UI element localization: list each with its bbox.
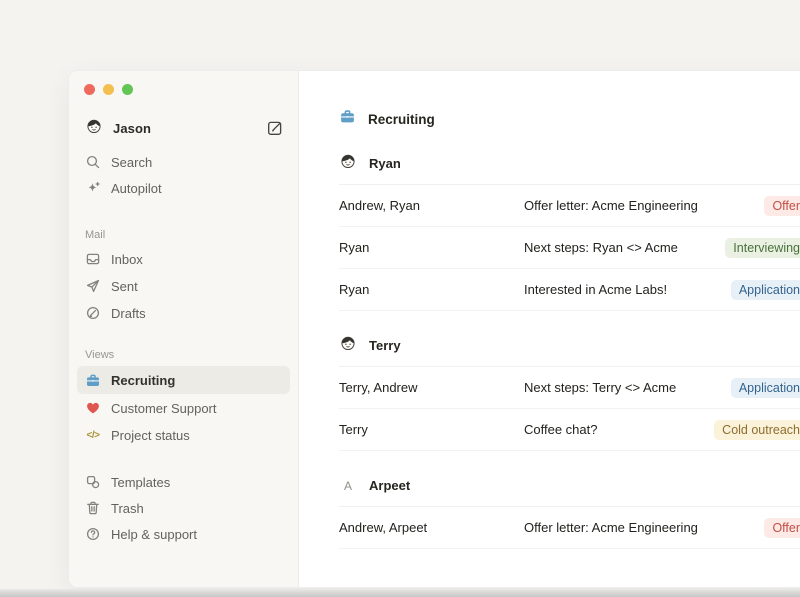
row-subject: Interested in Acme Labs! [524,282,667,297]
status-badge: Cold outreach [714,420,800,440]
sidebar-item-recruiting[interactable]: Recruiting [77,366,290,394]
desktop-background: Jason Search Autopilot Mail Inbox Sent D… [0,0,800,597]
row-sender: Terry [339,422,524,437]
email-row-andrew-ryan-0[interactable]: Andrew, Ryan Offer letter: Acme Engineer… [339,185,800,227]
face-avatar [339,334,357,357]
status-badge: Application [731,280,800,300]
group-header: Terry [339,325,800,367]
briefcase-icon [339,108,356,130]
email-row-terry-andrew-0[interactable]: Terry, Andrew Next steps: Terry <> Acme … [339,367,800,409]
sidebar-item-customer-support[interactable]: Customer Support [77,395,290,421]
inbox-icon [85,251,101,267]
drafts-icon [85,305,101,321]
row-subject: Offer letter: Acme Engineering [524,520,698,535]
row-subject: Offer letter: Acme Engineering [524,198,698,213]
row-sender: Andrew, Arpeet [339,520,524,535]
section-label-mail: Mail [77,223,290,241]
trash-icon [85,500,101,516]
row-subject: Next steps: Terry <> Acme [524,380,676,395]
sidebar-item-autopilot[interactable]: Autopilot [77,175,290,201]
sidebar-item-templates[interactable]: Templates [77,469,290,495]
group-name: Ryan [369,156,401,171]
compose-button[interactable] [266,119,284,137]
sidebar-item-search[interactable]: Search [77,149,290,175]
zoom-button[interactable] [122,84,133,95]
heart-icon [85,400,101,416]
email-row-ryan-1[interactable]: Ryan Next steps: Ryan <> Acme Interviewi… [339,227,800,269]
email-row-terry-1[interactable]: Terry Coffee chat? Cold outreach [339,409,800,451]
window-controls [77,80,290,100]
row-sender: Ryan [339,282,524,297]
send-icon [85,278,101,294]
sidebar-item-sent[interactable]: Sent [77,273,290,299]
group-name: Terry [369,338,401,353]
sidebar-item-drafts[interactable]: Drafts [77,300,290,326]
sidebar-item-trash[interactable]: Trash [77,495,290,521]
email-row-andrew-arpeet-0[interactable]: Andrew, Arpeet Offer letter: Acme Engine… [339,507,800,549]
close-button[interactable] [84,84,95,95]
sidebar-item-help-support[interactable]: Help & support [77,521,290,547]
sidebar-item-inbox[interactable]: Inbox [77,246,290,272]
app-window: Jason Search Autopilot Mail Inbox Sent D… [68,70,800,588]
sidebar-bottom-items: Templates Trash Help & support [77,469,290,547]
briefcase-icon [85,372,101,388]
group-ryan: Ryan Andrew, Ryan Offer letter: Acme Eng… [339,143,800,311]
status-badge: Offer [764,518,800,538]
row-subject: Next steps: Ryan <> Acme [524,240,678,255]
code-icon: </> [85,427,101,443]
user-name: Jason [113,121,151,136]
sparkle-icon [85,180,101,196]
page-title: Recruiting [368,112,435,127]
sidebar-top-items: Search Autopilot [77,149,290,201]
sidebar-sections: Mail Inbox Sent Drafts Views Recruiting C… [77,223,290,448]
row-sender: Andrew, Ryan [339,198,524,213]
user-row[interactable]: Jason [77,114,290,142]
group-header: Ryan [339,143,800,185]
search-icon [85,154,101,170]
email-groups: Ryan Andrew, Ryan Offer letter: Acme Eng… [339,143,800,549]
minimize-button[interactable] [103,84,114,95]
status-badge: Offer [764,196,800,216]
status-badge: Interviewing [725,238,800,258]
screen-bottom-bar [0,589,800,597]
group-header: A Arpeet [339,465,800,507]
group-arpeet: A Arpeet Andrew, Arpeet Offer letter: Acm… [339,465,800,549]
face-avatar [339,152,357,175]
templates-icon [85,474,101,490]
user-avatar [85,117,103,140]
status-badge: Application [731,378,800,398]
help-icon [85,526,101,542]
sidebar: Jason Search Autopilot Mail Inbox Sent D… [69,71,299,587]
sidebar-item-project-status[interactable]: </> Project status [77,422,290,448]
row-sender: Ryan [339,240,524,255]
row-subject: Coffee chat? [524,422,597,437]
row-sender: Terry, Andrew [339,380,524,395]
email-row-ryan-2[interactable]: Ryan Interested in Acme Labs! Applicatio… [339,269,800,311]
group-name: Arpeet [369,478,410,493]
section-label-views: Views [77,343,290,361]
main-content: Recruiting Ryan Andrew, Ryan Offer lette… [299,71,800,587]
main-header: Recruiting [339,109,800,129]
group-terry: Terry Terry, Andrew Next steps: Terry <>… [339,325,800,451]
letter-avatar: A [339,477,357,495]
